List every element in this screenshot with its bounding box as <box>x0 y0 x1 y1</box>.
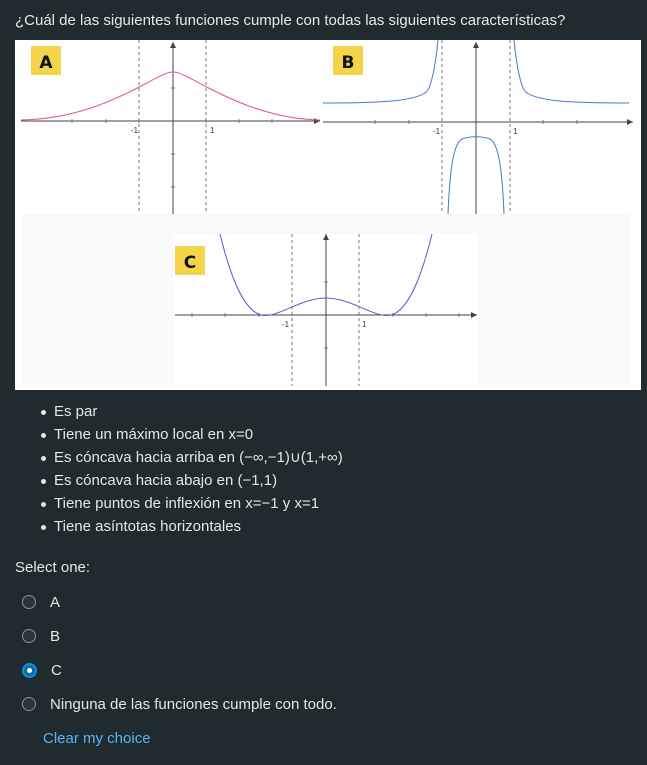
tag-a-label: A <box>39 53 53 73</box>
tick-c-neg: -1 <box>282 320 290 329</box>
criterion-item: Tiene asíntotas horizontales <box>41 515 343 538</box>
tick-a-neg: -1 <box>131 126 139 135</box>
tag-b-label: B <box>342 53 355 73</box>
option-b[interactable]: B <box>22 619 337 653</box>
radio-none[interactable] <box>22 697 36 711</box>
criteria-list: Es par Tiene un máximo local en x=0 Es c… <box>41 400 343 538</box>
criterion-item: Tiene puntos de inflexión en x=−1 y x=1 <box>41 492 343 515</box>
question-text: ¿Cuál de las siguientes funciones cumple… <box>15 12 566 29</box>
graphs-image: -1 1 A -1 1 B -1 1 C <box>15 40 641 390</box>
option-a-label: A <box>50 593 61 611</box>
select-one-label: Select one: <box>15 559 91 576</box>
option-a[interactable]: A <box>22 585 337 619</box>
criterion-item: Es par <box>41 400 343 423</box>
option-none-label: Ninguna de las funciones cumple con todo… <box>50 695 337 713</box>
option-c[interactable]: C <box>22 653 337 687</box>
tick-b-neg: -1 <box>433 127 441 136</box>
answer-options: A B C Ninguna de las funciones cumple co… <box>22 585 337 721</box>
clear-choice-link[interactable]: Clear my choice <box>43 730 151 747</box>
criterion-item: Tiene un máximo local en x=0 <box>41 423 343 446</box>
criterion-item: Es cóncava hacia abajo en (−1,1) <box>41 469 343 492</box>
tag-c-label: C <box>184 253 196 273</box>
option-none[interactable]: Ninguna de las funciones cumple con todo… <box>22 687 337 721</box>
tick-b-pos: 1 <box>513 127 518 136</box>
radio-c[interactable] <box>22 662 37 678</box>
question-figure: -1 1 A -1 1 B -1 1 C <box>15 40 641 390</box>
option-b-label: B <box>50 627 61 645</box>
radio-b[interactable] <box>22 629 36 643</box>
tick-a-pos: 1 <box>210 126 215 135</box>
radio-a[interactable] <box>22 595 36 609</box>
tick-c-pos: 1 <box>362 320 367 329</box>
criterion-item: Es cóncava hacia arriba en (−∞,−1)∪(1,+∞… <box>41 446 343 469</box>
option-c-label: C <box>51 661 62 679</box>
